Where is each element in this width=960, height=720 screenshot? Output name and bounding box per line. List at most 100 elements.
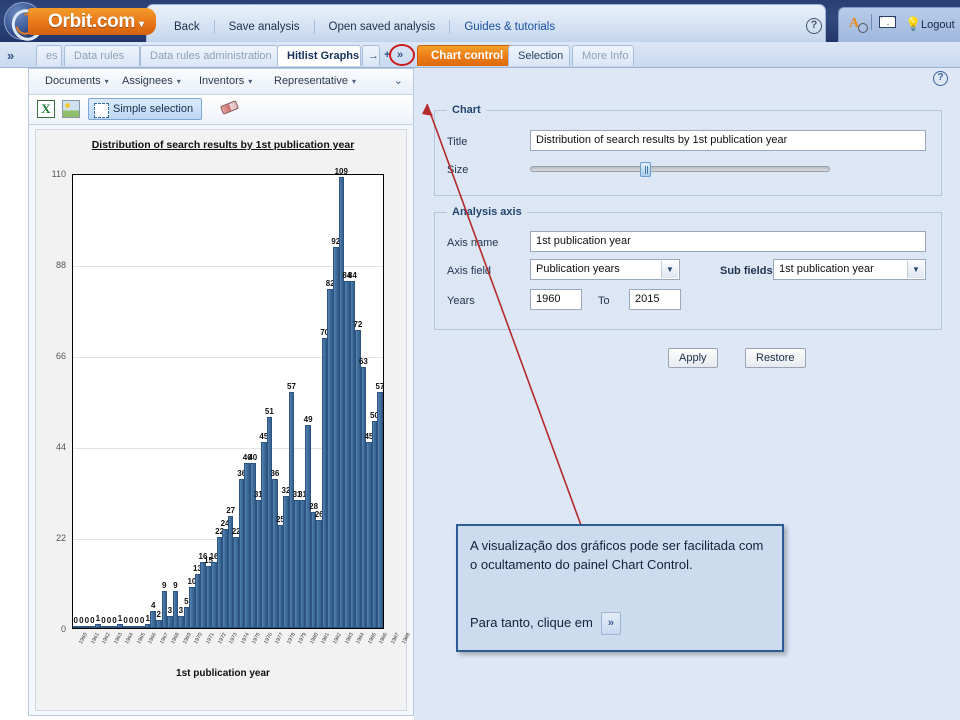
- tab-more-info[interactable]: More Info: [572, 45, 634, 66]
- chart-bar-value-label: 57: [375, 382, 385, 392]
- chart-bar-value-label: 2: [156, 609, 161, 619]
- chart-bar-value-label: 0: [90, 616, 95, 625]
- y-axis-tick-label: 66: [55, 351, 66, 361]
- header-links: Back Save analysis Open saved analysis G…: [160, 18, 569, 36]
- axis-field-label: Axis field: [447, 265, 492, 277]
- chart-bar-value-label: 0: [84, 616, 90, 625]
- analysis-axis-fieldset: Analysis axis Axis name 1st publication …: [434, 206, 942, 330]
- header-link-save-analysis[interactable]: Save analysis: [215, 20, 315, 34]
- chart-x-axis-ticks: 1960 1961 1962 1963 1964 1965 1966 1967 1968 1969…: [72, 632, 723, 658]
- chart-bar-column[interactable]: 57: [376, 175, 384, 628]
- mail-icon[interactable]: [879, 16, 896, 28]
- tab-hitlist-graphs[interactable]: Hitlist Graphs: [277, 45, 361, 66]
- chart-bar-value-label: 0: [106, 616, 112, 625]
- y-axis-tick-label: 22: [55, 533, 66, 543]
- graph-menubar: Documents ▾ Assignees ▾ Inventors ▾ Represe…: [29, 69, 413, 95]
- callout-line-2: Para tanto, clique em »: [470, 612, 621, 635]
- analysis-axis-legend: Analysis axis: [447, 206, 527, 218]
- simple-selection-button[interactable]: Simple selection: [88, 98, 203, 120]
- chart-bar-value-label: 3: [178, 605, 184, 615]
- header-link-back[interactable]: Back: [160, 20, 215, 34]
- title-label: Title: [447, 136, 468, 148]
- apply-button[interactable]: Apply: [668, 348, 718, 368]
- year-to-input[interactable]: 2015: [629, 289, 681, 310]
- chart-bar-value-label: 0: [112, 616, 117, 625]
- brand-caret-icon[interactable]: ▾: [139, 19, 144, 30]
- callout-chevron-icon[interactable]: »: [600, 612, 621, 635]
- collapse-left-icon[interactable]: »: [7, 48, 14, 63]
- sub-fields-label: Sub fields: [720, 265, 773, 277]
- lightbulb-icon[interactable]: 💡: [905, 16, 921, 32]
- menu-representative[interactable]: Representative ▾: [274, 75, 356, 87]
- translate-icon[interactable]: A: [849, 16, 869, 33]
- chart-control-help-icon[interactable]: ?: [933, 71, 948, 86]
- chart-bar[interactable]: 57: [376, 382, 384, 628]
- menu-assignees[interactable]: Assignees ▾: [122, 75, 181, 87]
- divider: [871, 14, 872, 30]
- chart-bar-value-label: 1: [95, 613, 101, 623]
- chart-bar-value-label: 9: [173, 580, 178, 590]
- menu-documents[interactable]: Documents ▾: [45, 75, 109, 87]
- size-slider-knob[interactable]: [640, 162, 651, 177]
- chart-bar-value-label: 0: [101, 616, 106, 625]
- menu-overflow-icon[interactable]: ⌄: [394, 74, 403, 87]
- chart-bar-value-label: 0: [128, 616, 134, 625]
- chart-plot-area: 0 0 0 0 1 0 0 0 1 0 0 0 0 1 4 2 9 3 9 3 5 10 13 16 15 16 22 24 27 22 3…: [72, 167, 384, 629]
- size-slider[interactable]: [530, 162, 830, 177]
- header-link-guides-tutorials[interactable]: Guides & tutorials: [450, 20, 569, 34]
- chart-x-axis-title: 1st publication year: [176, 668, 270, 679]
- restore-button[interactable]: Restore: [745, 348, 806, 368]
- chart-title-input[interactable]: Distribution of search results by 1st pu…: [530, 130, 926, 151]
- graph-panel: Documents ▾ Assignees ▾ Inventors ▾ Represe…: [28, 68, 724, 716]
- chevron-down-icon: ▾: [176, 77, 181, 86]
- axis-field-value: Publication years: [536, 263, 620, 275]
- chart-title: Distribution of search results by 1st pu…: [91, 139, 355, 151]
- year-to-label: To: [598, 295, 610, 307]
- menu-inventors[interactable]: Inventors ▾: [199, 75, 252, 87]
- y-axis-tick-label: 0: [60, 624, 66, 634]
- logout-button[interactable]: Logout: [921, 19, 955, 31]
- brand-name: Orbit.com ▾: [28, 8, 156, 35]
- years-label: Years: [447, 295, 475, 307]
- export-excel-icon[interactable]: X: [37, 100, 55, 118]
- chart-fieldset: Chart Title Distribution of search resul…: [434, 104, 942, 196]
- export-image-icon[interactable]: [62, 100, 80, 118]
- header-link-open-saved-analysis[interactable]: Open saved analysis: [315, 20, 451, 34]
- highlight-annotation-circle: [389, 44, 415, 66]
- chart-fieldset-legend: Chart: [447, 104, 486, 116]
- chart-bar-value-label: 4: [150, 601, 156, 611]
- tab-data-rules[interactable]: Data rules: [64, 45, 140, 66]
- tab-selection[interactable]: Selection: [508, 45, 570, 66]
- chart-bar-value-label: 1: [117, 613, 123, 623]
- chart-bars: 0 0 0 0 1 0 0 0 1 0 0 0 0 1 4 2 9 3 9 3 5 10 13 16 15 16 22 24 27 22 3…: [73, 167, 384, 628]
- callout-tooltip: A visualização dos gráficos pode ser fac…: [456, 524, 784, 652]
- chart-bar-value-label: 9: [162, 580, 167, 590]
- chart-bar-value-label: 0: [134, 616, 139, 625]
- chart-bar-value-label: 5: [184, 597, 189, 607]
- callout-text-1: A visualização dos gráficos pode ser fac…: [470, 538, 764, 572]
- callout-line-1: A visualização dos gráficos pode ser fac…: [470, 536, 772, 574]
- tab-es[interactable]: es: [36, 45, 62, 66]
- chevron-down-icon[interactable]: ▼: [661, 261, 678, 278]
- sub-fields-select[interactable]: 1st publication year ▼: [773, 259, 926, 280]
- chart-bar-value-label: 1: [145, 613, 150, 623]
- brand-label: Orbit.com: [48, 11, 136, 32]
- chevron-down-icon[interactable]: ▼: [907, 261, 924, 278]
- tab-data-rules-administration[interactable]: Data rules administration: [140, 45, 278, 66]
- tab-chart-control[interactable]: Chart control: [417, 45, 518, 66]
- chevron-down-icon: ▾: [352, 77, 357, 86]
- y-axis-tick-label: 44: [55, 442, 66, 452]
- tab-next-arrow-icon[interactable]: →: [362, 45, 380, 66]
- axis-name-input[interactable]: 1st publication year: [530, 231, 926, 252]
- axis-field-select[interactable]: Publication years ▼: [530, 259, 680, 280]
- brand-logo[interactable]: Orbit.com ▾: [0, 0, 156, 42]
- header-help-icon[interactable]: ?: [806, 18, 822, 34]
- year-from-input[interactable]: 1960: [530, 289, 582, 310]
- chart-card: Distribution of search results by 1st pu…: [35, 129, 724, 711]
- eraser-icon[interactable]: [219, 100, 240, 115]
- size-label: Size: [447, 164, 469, 176]
- chart-bar-value-label: 0: [73, 616, 78, 625]
- y-axis-tick-label: 88: [55, 260, 66, 270]
- user-toolbar: A 💡 Logout: [838, 7, 960, 42]
- chart-bar-value-label: 3: [167, 605, 173, 615]
